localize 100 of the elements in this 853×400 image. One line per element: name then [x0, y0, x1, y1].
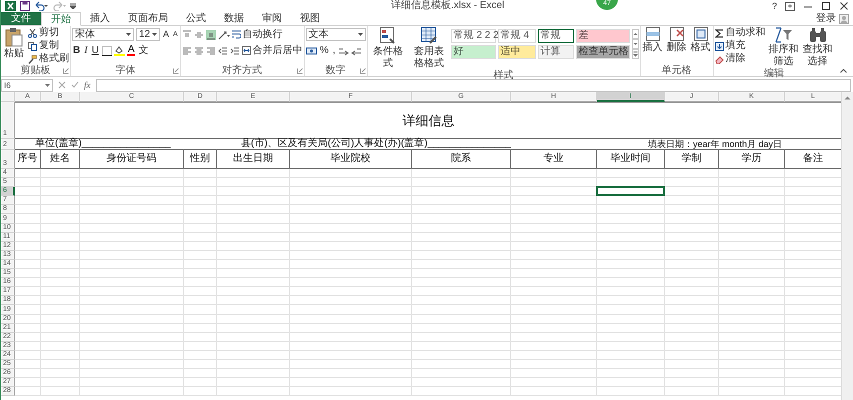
paste-button[interactable]: 粘贴: [2, 27, 26, 60]
decrease-indent-icon[interactable]: [218, 46, 228, 56]
phonetic-button[interactable]: 文: [137, 45, 150, 56]
ribbon-tab[interactable]: 插入: [81, 12, 119, 25]
align-center-icon[interactable]: [194, 46, 204, 56]
group-label: 编辑: [764, 68, 784, 79]
caret-icon: [45, 84, 50, 86]
save-icon[interactable]: [20, 1, 30, 11]
clear-button[interactable]: 清除: [714, 53, 766, 65]
align-top-icon[interactable]: [182, 30, 192, 40]
sheet-title: 详细信息: [402, 112, 454, 130]
checkmark-icon[interactable]: [71, 81, 79, 89]
font-size-dropdown[interactable]: 12: [136, 28, 160, 41]
collapse-ribbon-icon[interactable]: [840, 68, 847, 73]
bold-button[interactable]: B: [72, 45, 82, 56]
group-label: 单元格: [662, 65, 692, 76]
customize-caret-icon[interactable]: [70, 3, 76, 9]
scroll-up-icon[interactable]: [632, 29, 639, 39]
dialog-launcher-icon[interactable]: [172, 68, 179, 74]
cell-style-swatch[interactable]: 计算: [538, 45, 574, 59]
cell-style-swatch[interactable]: 适中: [498, 45, 536, 59]
group-label: 样式: [494, 70, 514, 81]
dialog-launcher-icon[interactable]: [63, 68, 69, 74]
group-label: 数字: [326, 65, 346, 76]
help-button[interactable]: ?: [772, 1, 777, 11]
undo-icon[interactable]: [34, 1, 48, 11]
fill-down-icon: [714, 42, 724, 50]
wrap-text-icon: [232, 30, 241, 39]
merge-center-button[interactable]: 合并后居中: [242, 44, 303, 56]
dialog-launcher-icon[interactable]: [360, 68, 366, 74]
align-right-icon[interactable]: [206, 46, 216, 56]
text-orientation-icon[interactable]: [218, 30, 230, 40]
format-painter-button[interactable]: 格式刷: [28, 53, 69, 65]
increase-indent-icon[interactable]: [230, 46, 240, 56]
delete-cells-button[interactable]: 删除: [666, 27, 688, 54]
cut-button[interactable]: 剪切: [28, 27, 69, 39]
number-format-dropdown[interactable]: 文本: [306, 28, 366, 41]
italic-button[interactable]: I: [83, 45, 89, 56]
font-color-button[interactable]: A: [126, 45, 136, 56]
ribbon-tab[interactable]: 数据: [215, 12, 253, 25]
format-as-table-button[interactable]: 套用表格格式: [410, 27, 449, 70]
scroll-down-icon[interactable]: [632, 39, 639, 49]
cell-style-swatch[interactable]: 好: [450, 45, 496, 59]
copy-button[interactable]: 复制: [28, 40, 69, 52]
align-bottom-icon[interactable]: [206, 30, 216, 40]
group-label: 字体: [115, 65, 136, 76]
conditional-format-button[interactable]: 条件格式: [368, 27, 408, 70]
grow-font-button[interactable]: A: [162, 29, 170, 40]
close-icon[interactable]: [839, 2, 849, 10]
caret-icon: [358, 33, 363, 36]
scroll-up-icon[interactable]: [843, 94, 852, 102]
sign-in-link[interactable]: 登录: [816, 12, 836, 25]
ribbon-display-icon[interactable]: [785, 2, 795, 10]
comma-style-button[interactable]: ,: [332, 45, 336, 56]
maximize-icon[interactable]: [821, 2, 831, 10]
column-heading: 学制: [665, 150, 719, 169]
formula-field[interactable]: [96, 78, 851, 92]
file-tab[interactable]: 文件: [1, 12, 41, 25]
decrease-decimal-icon[interactable]: [351, 46, 362, 56]
currency-icon[interactable]: [306, 46, 317, 56]
column-heading: 出生日期: [217, 150, 290, 169]
format-cells-button[interactable]: 格式: [690, 27, 712, 54]
select-all-corner[interactable]: [1, 92, 15, 102]
dialog-launcher-icon[interactable]: [296, 68, 303, 74]
underline-button[interactable]: U: [90, 45, 100, 56]
font-name-dropdown[interactable]: 宋体: [72, 28, 134, 41]
find-select-button[interactable]: 查找和选择: [802, 27, 834, 68]
cell-style-swatch[interactable]: 常规 2 2 2: [450, 29, 496, 43]
insert-cells-button[interactable]: 插入: [642, 27, 664, 54]
cell-style-swatch[interactable]: 常规: [538, 29, 574, 43]
vertical-scrollbar[interactable]: [841, 92, 853, 400]
column-heading: 性别: [184, 150, 217, 169]
unit-label: 单位(盖章)________________: [35, 139, 171, 149]
name-box[interactable]: I6: [1, 78, 53, 92]
table-cell[interactable]: [597, 187, 665, 196]
border-icon[interactable]: [102, 46, 112, 56]
fill-color-icon[interactable]: [114, 46, 125, 56]
ribbon-tab[interactable]: 页面布局: [119, 12, 177, 25]
increase-decimal-icon[interactable]: [338, 46, 350, 56]
wrap-text-button[interactable]: 自动换行: [232, 28, 283, 40]
ribbon-tab[interactable]: 开始: [41, 12, 81, 26]
cell-style-swatch[interactable]: 常规 4: [498, 29, 536, 43]
percent-button[interactable]: %: [318, 45, 330, 56]
copy-icon: [28, 42, 37, 50]
more-icon[interactable]: [632, 49, 639, 59]
sort-filter-button[interactable]: 排序和筛选: [768, 27, 800, 68]
ribbon-tab[interactable]: 公式: [177, 12, 215, 25]
caret-icon: [152, 33, 157, 36]
brush-icon: [28, 54, 37, 64]
ribbon-tab[interactable]: 视图: [291, 12, 329, 25]
insert-function-button[interactable]: fx: [84, 80, 90, 90]
cancel-icon[interactable]: [58, 81, 66, 89]
ribbon-tab[interactable]: 审阅: [253, 12, 291, 25]
align-middle-icon[interactable]: [194, 30, 204, 40]
align-left-icon[interactable]: [182, 46, 192, 56]
cell-style-swatch[interactable]: 差: [576, 29, 630, 43]
office-label: 县(市)、区及有关局(公司)人事处(办)(盖章)_______________: [240, 139, 511, 149]
autosum-button[interactable]: 自动求和: [714, 27, 766, 39]
fill-button[interactable]: 填充: [714, 40, 766, 52]
cell-style-swatch[interactable]: 检查单元格: [576, 45, 630, 59]
